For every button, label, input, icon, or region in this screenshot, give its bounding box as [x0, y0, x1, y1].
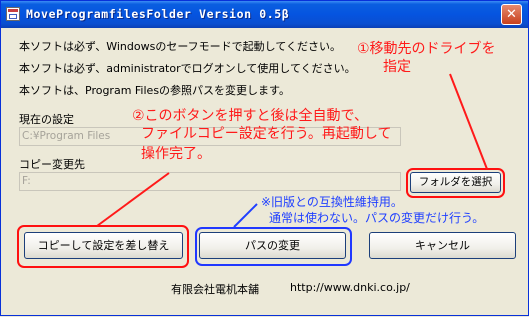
- app-window: MoveProgramfilesFolder Version 0.5β ✕ 本ソ…: [0, 0, 529, 316]
- step1-callout-line: [449, 73, 488, 170]
- note-annotation-line-1: ※旧版との互換性維持用。: [261, 195, 403, 209]
- step1-annotation-line-2: 指定: [383, 59, 411, 75]
- step2-annotation-line-2: ファイルコピー設定を行う。再起動して: [141, 126, 392, 142]
- step2-annotation-line-1: ②このボタンを押すと後は全自動で、: [132, 108, 368, 124]
- step2-callout-line: [96, 172, 170, 227]
- step2-annotation-line-3: 操作完了。: [141, 146, 211, 162]
- note-callout-line: [233, 203, 258, 228]
- step1-annotation-line-1: ①移動先のドライブを: [357, 41, 496, 57]
- note-annotation-line-2: 通常は使わない。パスの変更だけ行う。: [269, 211, 485, 225]
